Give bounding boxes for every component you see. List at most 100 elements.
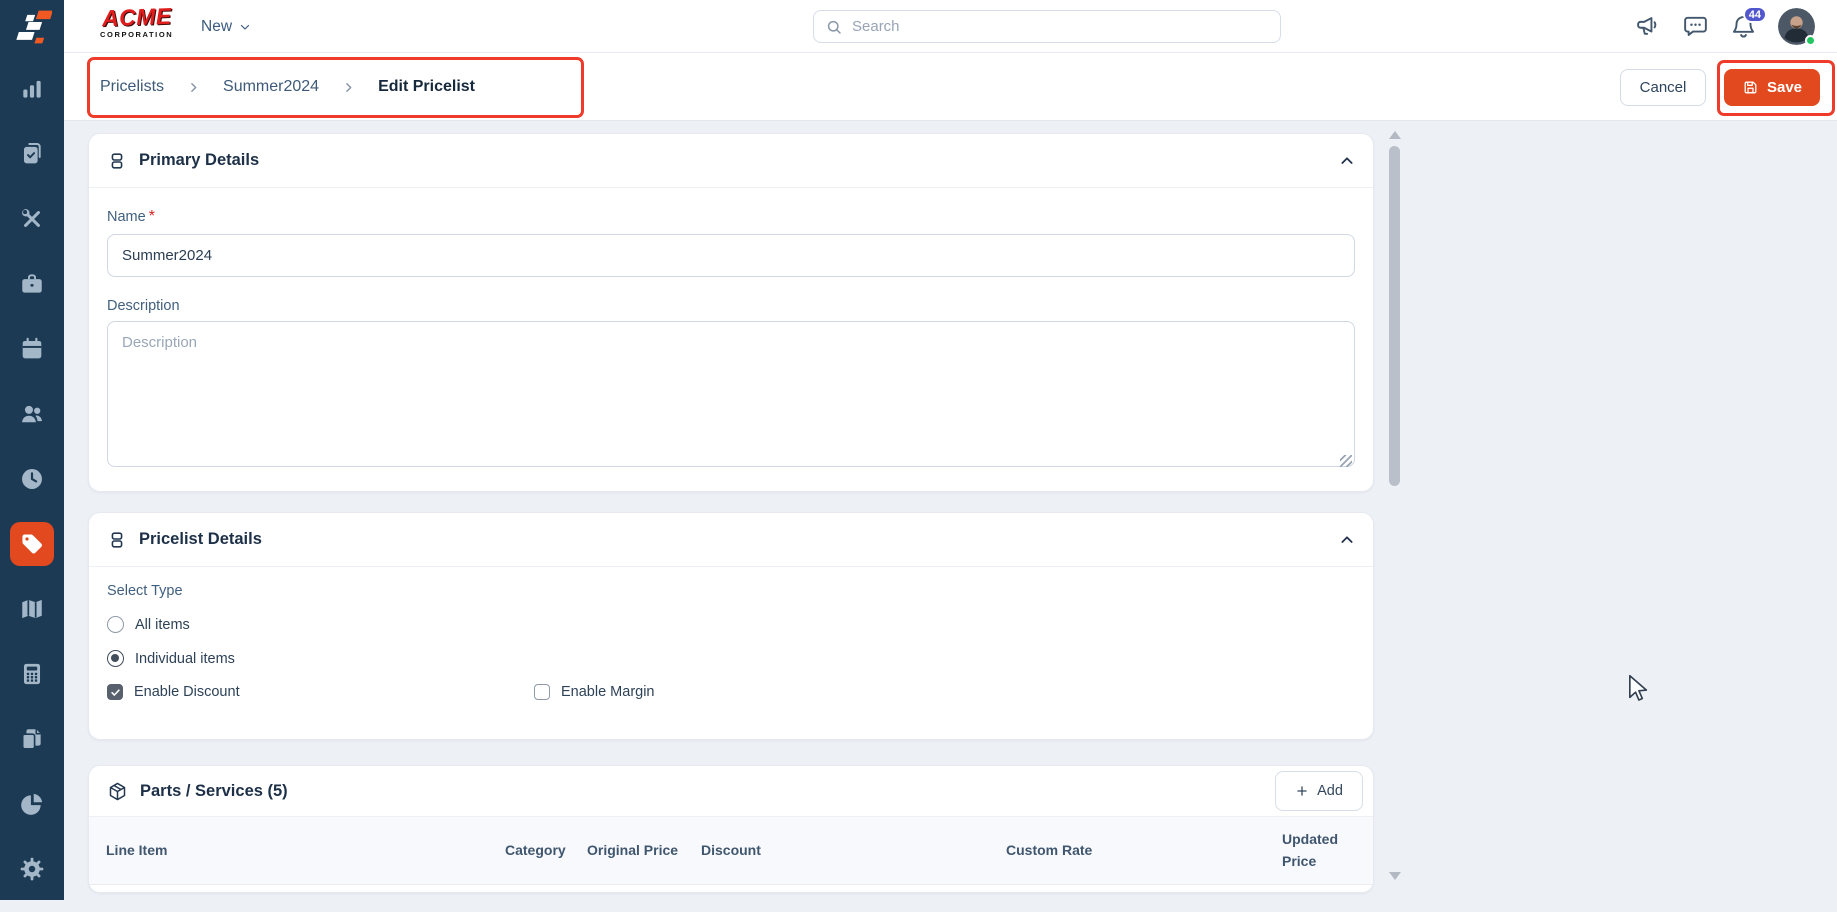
parts-services-title: Parts / Services (5) <box>140 781 288 800</box>
pricelist-details-card: Pricelist Details Select Type All items … <box>88 512 1374 740</box>
megaphone-icon <box>1637 17 1657 35</box>
column-line-item: Line Item <box>106 841 168 858</box>
page-action-bar: Pricelists Summer2024 Edit Pricelist Can… <box>64 53 1837 121</box>
notification-badge: 44 <box>1742 6 1767 23</box>
bar-chart-icon <box>23 80 41 98</box>
clock-icon <box>22 469 42 489</box>
pricelist-details-title: Pricelist Details <box>139 530 262 548</box>
radio-individual-items-label: Individual items <box>135 650 235 667</box>
org-logo-subtext: CORPORATION <box>100 30 174 39</box>
app-logo <box>0 0 64 53</box>
radio-individual-items[interactable]: Individual items <box>107 650 1355 667</box>
column-category: Category <box>505 841 566 858</box>
scrollbar-down-arrow[interactable] <box>1389 872 1401 880</box>
pie-chart-icon <box>21 793 43 815</box>
map-icon <box>22 599 42 619</box>
org-logo: ACME CORPORATION <box>100 2 174 39</box>
column-original-price: Original Price <box>587 841 679 858</box>
rows-icon <box>111 152 123 169</box>
required-asterisk: * <box>148 208 155 225</box>
sidebar-item-pricelists[interactable] <box>10 522 54 566</box>
sidebar-item-schedule[interactable] <box>10 327 54 371</box>
checkbox-row: Enable Discount Enable Margin <box>107 684 1355 700</box>
column-updated-price: Updated Price <box>1282 830 1338 869</box>
tag-icon <box>22 534 42 554</box>
sidebar-item-settings[interactable] <box>10 847 54 891</box>
check-icon <box>110 688 120 696</box>
radio-circle-checked <box>107 650 124 667</box>
users-icon <box>22 405 42 423</box>
org-logo-text: ACME <box>101 2 172 32</box>
online-status-dot <box>1805 35 1816 46</box>
package-box-icon <box>109 782 126 800</box>
collapse-primary-details[interactable] <box>1339 153 1355 169</box>
notifications-button[interactable]: 44 <box>1730 6 1767 40</box>
save-button[interactable]: Save <box>1724 69 1820 106</box>
tools-icon <box>22 209 40 227</box>
sidebar-nav <box>0 53 64 912</box>
global-search <box>813 10 1281 43</box>
breadcrumb-edit-pricelist: Edit Pricelist <box>378 78 475 95</box>
sidebar-item-reports[interactable] <box>10 782 54 826</box>
chevron-down-icon <box>240 24 250 30</box>
user-avatar[interactable] <box>1778 8 1816 46</box>
sidebar-item-parts-tools[interactable] <box>10 197 54 241</box>
calendar-icon <box>22 337 42 359</box>
scrollbar-up-arrow[interactable] <box>1389 131 1401 139</box>
primary-details-card: Primary Details Name* Description <box>88 133 1374 492</box>
search-input[interactable] <box>852 18 1269 35</box>
cancel-button[interactable]: Cancel <box>1620 69 1706 106</box>
parts-services-card: Parts / Services (5) Add Line Item Categ… <box>88 765 1374 893</box>
checkbox-checked <box>107 684 123 700</box>
checkbox-enable-margin[interactable]: Enable Margin <box>534 684 655 700</box>
mouse-cursor <box>1629 674 1648 701</box>
primary-details-body: Name* Description <box>89 208 1373 472</box>
messages-button[interactable] <box>1682 13 1709 40</box>
radio-all-items[interactable]: All items <box>107 616 1355 633</box>
description-label: Description <box>107 298 180 314</box>
chevron-right-icon <box>346 82 352 92</box>
sidebar-item-estimates[interactable] <box>10 652 54 696</box>
description-field[interactable] <box>107 321 1355 467</box>
calculator-icon <box>23 663 41 685</box>
chevron-up-icon <box>1341 535 1353 543</box>
add-button-label: Add <box>1317 783 1343 799</box>
search-icon <box>827 20 841 34</box>
collapse-pricelist-details[interactable] <box>1339 532 1355 548</box>
column-discount: Discount <box>701 841 761 858</box>
sidebar-item-jobs[interactable] <box>10 132 54 176</box>
rows-icon <box>111 531 123 548</box>
save-floppy-icon <box>1744 81 1757 94</box>
new-dropdown[interactable]: New <box>201 0 251 53</box>
parts-table-header: Line Item Category Original Price Discou… <box>89 817 1373 885</box>
announcements-button[interactable] <box>1634 13 1661 40</box>
column-custom-rate: Custom Rate <box>1006 841 1093 858</box>
breadcrumb-summer2024[interactable]: Summer2024 <box>223 78 319 96</box>
enable-discount-label: Enable Discount <box>134 684 240 700</box>
sidebar-item-customers[interactable] <box>10 262 54 306</box>
breadcrumb-pricelists[interactable]: Pricelists <box>100 78 164 96</box>
sidebar-item-invoices[interactable] <box>10 717 54 761</box>
select-type-label: Select Type <box>107 583 183 599</box>
checkbox-unchecked <box>534 684 550 700</box>
clipboard-check-icon <box>23 143 41 164</box>
sidebar-item-timesheets[interactable] <box>10 457 54 501</box>
gear-icon <box>20 857 44 881</box>
chevron-right-icon <box>191 82 197 92</box>
sidebar-item-teams[interactable] <box>10 392 54 436</box>
breadcrumb: Pricelists Summer2024 Edit Pricelist <box>100 53 475 121</box>
plus-icon <box>1297 786 1307 796</box>
add-line-item-button[interactable]: Add <box>1275 771 1363 811</box>
sidebar-item-territories[interactable] <box>10 587 54 631</box>
parts-services-header: Parts / Services (5) Add <box>89 766 1373 817</box>
primary-details-title: Primary Details <box>139 151 260 169</box>
zig-logo-icon <box>16 10 52 43</box>
radio-circle <box>107 616 124 633</box>
name-field[interactable] <box>107 234 1355 277</box>
checkbox-enable-discount[interactable]: Enable Discount <box>107 684 534 700</box>
radio-all-items-label: All items <box>135 616 190 633</box>
primary-details-header: Primary Details <box>89 134 1373 188</box>
sidebar-item-analytics[interactable] <box>10 67 54 111</box>
scrollbar-thumb[interactable] <box>1389 146 1400 486</box>
enable-margin-label: Enable Margin <box>561 684 655 700</box>
